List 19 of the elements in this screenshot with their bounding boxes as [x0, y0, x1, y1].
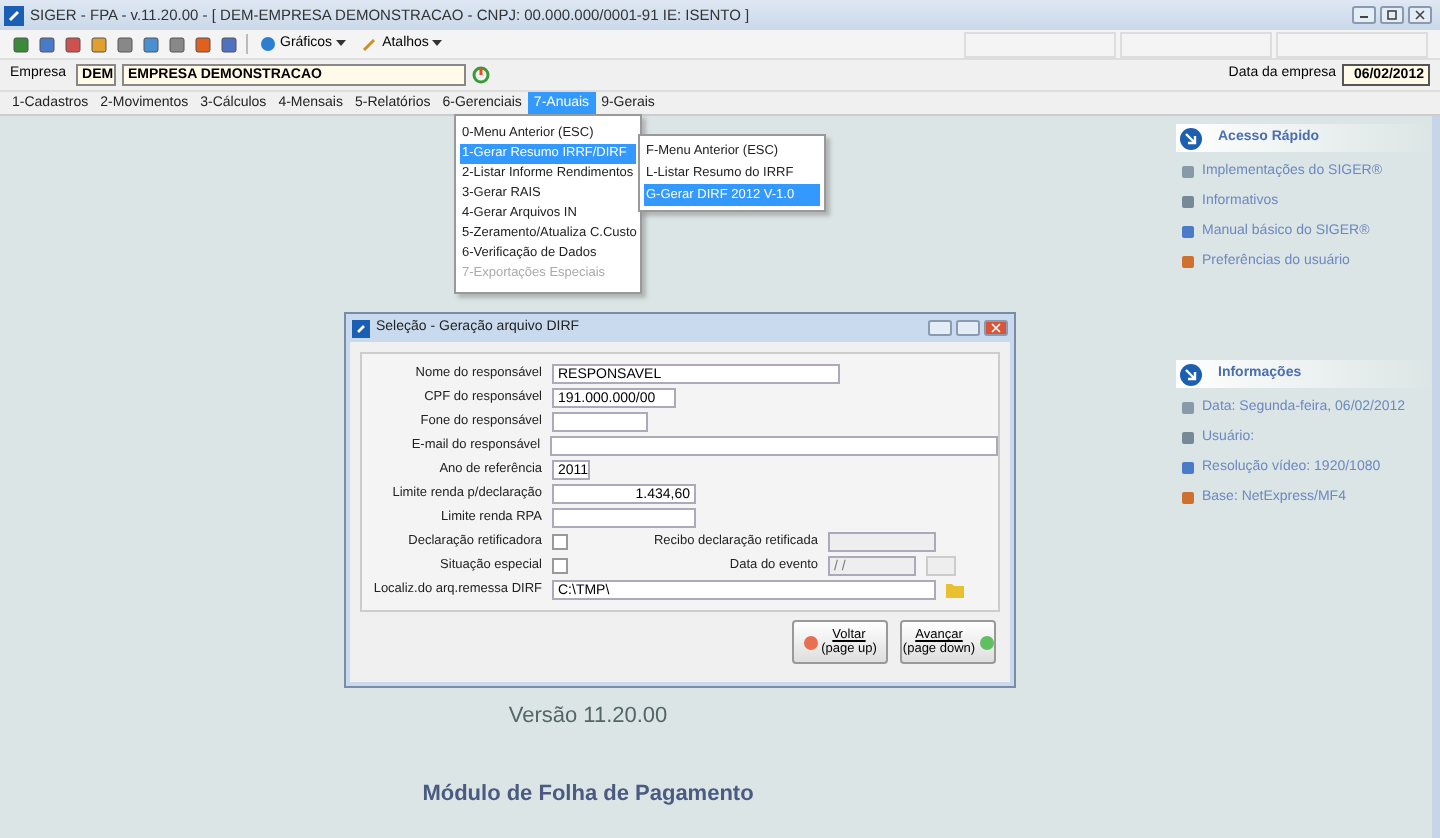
maximize-icon[interactable] — [1380, 6, 1404, 24]
arrow-badge-icon — [1180, 363, 1202, 385]
caret-icon — [336, 40, 347, 48]
maximize-icon[interactable] — [956, 320, 980, 336]
input-field[interactable] — [552, 412, 648, 432]
app-icon — [352, 319, 370, 337]
input-field[interactable] — [926, 556, 956, 576]
checkbox[interactable] — [552, 534, 568, 550]
version-text: Versão 11.20.00 — [508, 702, 668, 732]
input-field[interactable] — [552, 508, 696, 528]
caret-icon — [432, 40, 443, 48]
app-icon — [4, 5, 24, 25]
input-field[interactable] — [550, 436, 998, 456]
module-title: Módulo de Folha de Pagamento — [422, 779, 754, 809]
arrow-badge-icon — [1180, 127, 1202, 149]
close-icon[interactable] — [1408, 6, 1432, 24]
minimize-icon[interactable] — [1352, 6, 1376, 24]
close-icon[interactable] — [984, 320, 1008, 336]
checkbox[interactable] — [552, 558, 568, 574]
